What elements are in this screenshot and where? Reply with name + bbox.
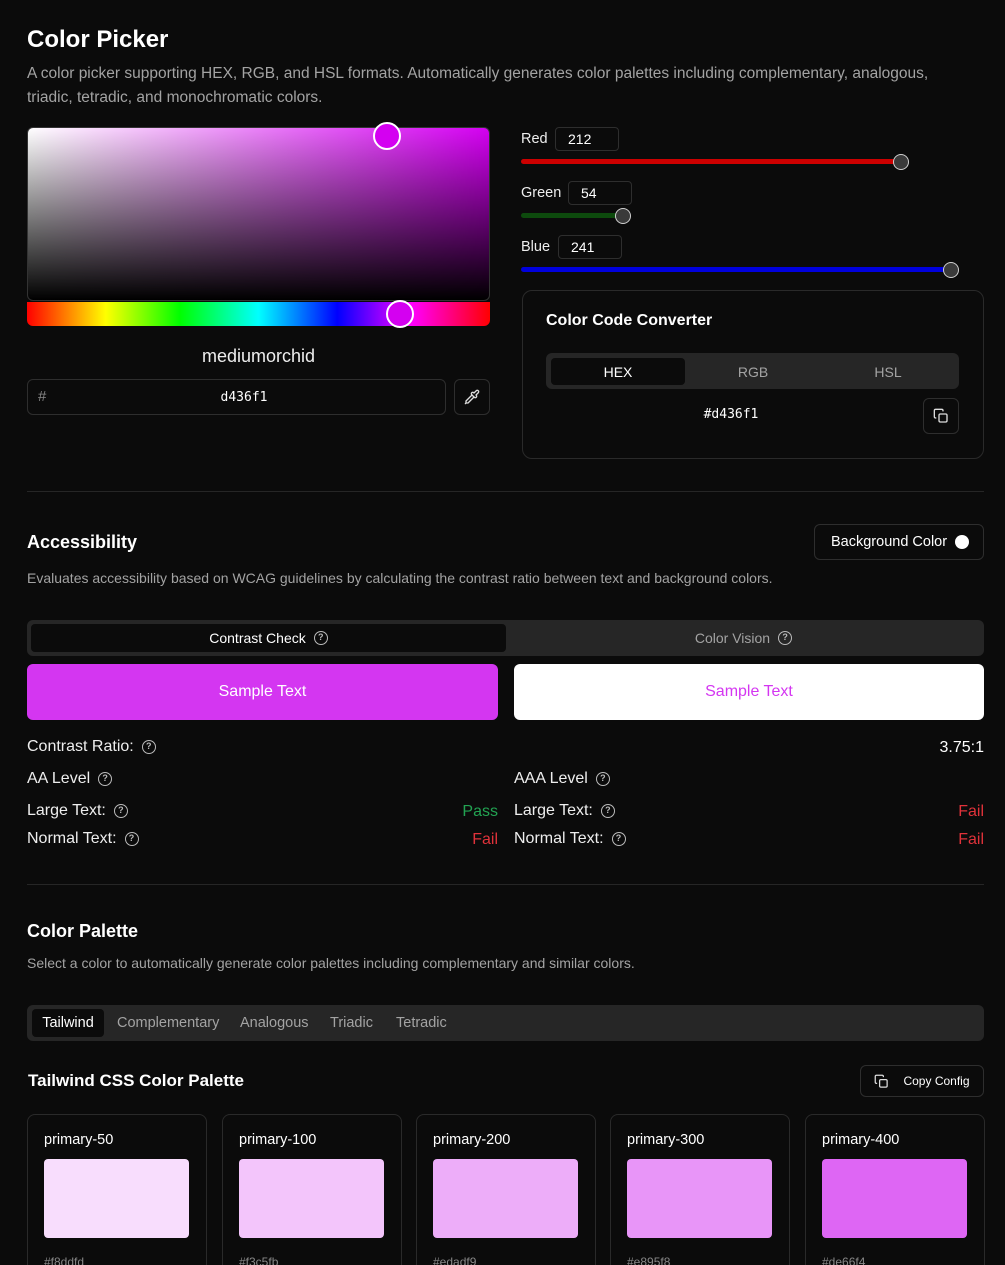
tailwind-palette-title: Tailwind CSS Color Palette <box>28 1071 244 1090</box>
aaa-level-text: AAA Level <box>514 770 588 787</box>
aaa-normal-text-label: Normal Text: ? <box>514 830 626 848</box>
green-slider-track[interactable] <box>521 213 623 218</box>
swatch-color[interactable] <box>822 1159 967 1238</box>
help-icon: ? <box>778 631 793 645</box>
swatch-name: primary-50 <box>44 1132 114 1148</box>
contrast-ratio-label: Contrast Ratio: ? <box>27 738 156 756</box>
help-icon[interactable]: ? <box>600 804 615 818</box>
tab-contrast-check[interactable]: Contrast Check ? <box>31 624 506 652</box>
converter-title: Color Code Converter <box>546 312 713 329</box>
copy-config-label: Copy Config <box>903 1074 970 1088</box>
swatch-hex: #edadf9 <box>433 1255 477 1265</box>
tab-tailwind[interactable]: Tailwind <box>32 1009 104 1037</box>
swatch-hex: #e895f8 <box>627 1255 671 1265</box>
copy-icon <box>933 408 948 423</box>
hue-handle[interactable] <box>386 300 414 328</box>
help-icon[interactable]: ? <box>98 772 113 786</box>
converter-output: #d436f1 <box>703 407 759 422</box>
swatch-hex: #f8ddfd <box>44 1255 85 1265</box>
tab-analogous[interactable]: Analogous <box>240 1015 309 1031</box>
background-color-swatch <box>955 535 970 549</box>
aa-large-text-text: Large Text: <box>27 802 106 819</box>
color-name: mediumorchid <box>201 346 316 366</box>
tab-hsl[interactable]: HSL <box>821 358 955 385</box>
swatch-name: primary-300 <box>627 1132 705 1148</box>
tab-complementary[interactable]: Complementary <box>117 1015 219 1031</box>
aa-normal-text-label: Normal Text: ? <box>27 830 139 848</box>
blue-slider-thumb[interactable] <box>943 262 959 278</box>
swatch-color[interactable] <box>239 1159 384 1238</box>
aaa-large-text-label: Large Text: ? <box>514 802 615 820</box>
page-description: A color picker supporting HEX, RGB, and … <box>27 65 929 106</box>
aaa-level-title: AAA Level ? <box>514 770 610 788</box>
contrast-ratio-text: Contrast Ratio: <box>27 738 134 755</box>
aa-normal-result: Fail <box>472 831 498 848</box>
help-icon[interactable]: ? <box>611 832 626 846</box>
background-color-button[interactable]: Background Color <box>814 524 984 560</box>
background-color-label: Background Color <box>831 534 948 550</box>
aa-normal-text-text: Normal Text: <box>27 830 117 847</box>
saturation-value-area[interactable] <box>27 127 490 301</box>
eyedropper-icon <box>464 389 480 405</box>
red-label: Red <box>521 131 548 147</box>
hex-input-value[interactable]: d436f1 <box>27 390 461 405</box>
blue-input[interactable]: 241 <box>558 235 622 259</box>
help-icon[interactable]: ? <box>141 740 156 754</box>
help-icon[interactable]: ? <box>124 832 139 846</box>
green-slider-thumb[interactable] <box>615 208 631 224</box>
help-icon[interactable]: ? <box>113 804 128 818</box>
blue-slider-track[interactable] <box>521 267 951 272</box>
sample-text-background: Sample Text <box>514 664 984 720</box>
red-slider-thumb[interactable] <box>893 154 909 170</box>
help-icon: ? <box>313 631 328 645</box>
swatch-hex: #f3c5fb <box>239 1255 279 1265</box>
contrast-ratio-value: 3.75:1 <box>939 739 984 756</box>
swatch-name: primary-200 <box>433 1132 511 1148</box>
accessibility-title: Accessibility <box>27 532 138 552</box>
tab-rgb[interactable]: RGB <box>686 358 820 385</box>
divider <box>27 491 984 492</box>
help-icon[interactable]: ? <box>595 772 610 786</box>
swatch-color[interactable] <box>627 1159 772 1238</box>
blue-label: Blue <box>521 239 551 255</box>
palette-title: Color Palette <box>27 921 139 941</box>
aaa-large-text-text: Large Text: <box>514 802 593 819</box>
tab-color-vision[interactable]: Color Vision ? <box>506 624 981 652</box>
red-input[interactable]: 212 <box>555 127 619 151</box>
aaa-normal-result: Fail <box>958 831 984 848</box>
sample-text-foreground: Sample Text <box>27 664 498 720</box>
aa-level-title: AA Level ? <box>27 770 113 788</box>
aaa-normal-text-text: Normal Text: <box>514 830 604 847</box>
green-label: Green <box>521 185 562 201</box>
aa-level-text: AA Level <box>27 770 91 787</box>
aa-large-text-label: Large Text: ? <box>27 802 128 820</box>
aa-large-result: Pass <box>462 803 498 820</box>
divider <box>27 884 984 885</box>
copy-code-button[interactable] <box>923 398 959 434</box>
copy-config-button[interactable]: Copy Config <box>860 1065 984 1097</box>
tab-triadic[interactable]: Triadic <box>330 1015 373 1031</box>
swatch-color[interactable] <box>44 1159 189 1238</box>
tab-color-vision-label: Color Vision <box>694 630 771 646</box>
palette-description: Select a color to automatically generate… <box>27 955 635 971</box>
red-slider-track[interactable] <box>521 159 901 164</box>
hue-slider[interactable] <box>27 302 490 326</box>
tab-tetradic[interactable]: Tetradic <box>396 1015 447 1031</box>
saturation-handle[interactable] <box>373 122 401 150</box>
swatch-name: primary-400 <box>822 1132 900 1148</box>
green-input[interactable]: 54 <box>568 181 632 205</box>
swatch-color[interactable] <box>433 1159 578 1238</box>
eyedropper-button[interactable] <box>454 379 490 415</box>
tab-hex[interactable]: HEX <box>551 358 685 385</box>
accessibility-description: Evaluates accessibility based on WCAG gu… <box>27 570 773 586</box>
copy-icon <box>875 1074 889 1088</box>
aaa-large-result: Fail <box>958 803 984 820</box>
swatch-hex: #de66f4 <box>822 1255 866 1265</box>
page-title: Color Picker <box>27 26 169 53</box>
tab-contrast-check-label: Contrast Check <box>209 630 306 646</box>
swatch-name: primary-100 <box>239 1132 317 1148</box>
